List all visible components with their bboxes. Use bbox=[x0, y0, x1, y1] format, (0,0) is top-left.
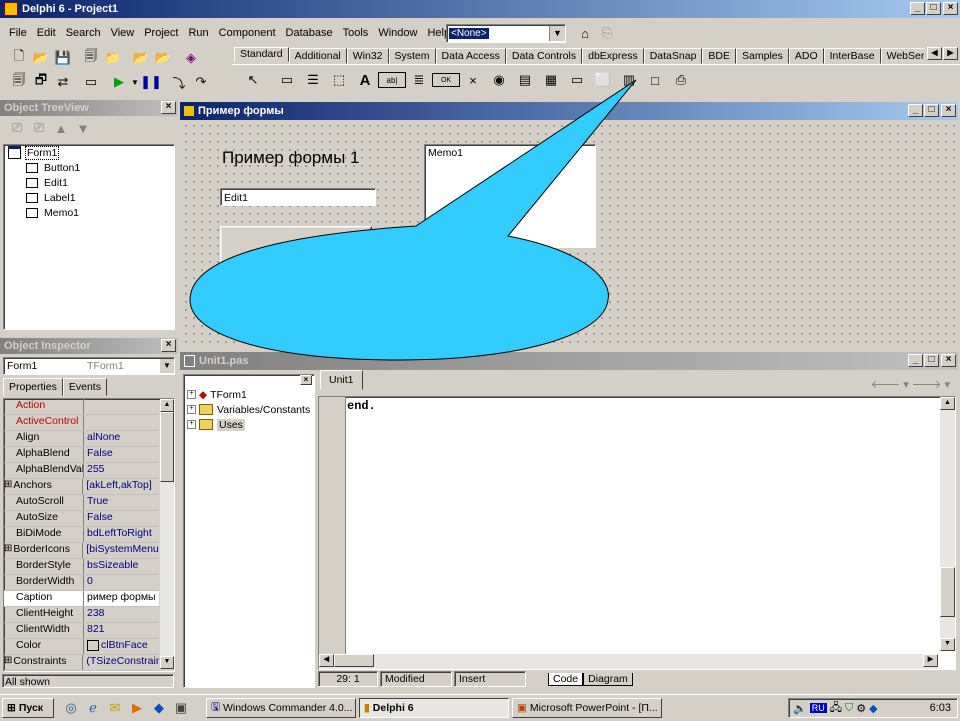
task-windows-commander[interactable]: 🖫 Windows Commander 4.0... bbox=[206, 698, 356, 718]
windows-logo-icon: ⊞ bbox=[7, 702, 16, 714]
messenger-icon[interactable]: ◆ bbox=[150, 697, 168, 719]
clock: 6:03 bbox=[929, 702, 951, 714]
tray-app-icon[interactable]: ⚙ bbox=[856, 702, 866, 715]
start-button[interactable]: ⊞ Пуск bbox=[2, 698, 54, 718]
network-icon[interactable]: 🖧 bbox=[830, 699, 842, 718]
speaker-icon[interactable]: 🔈 bbox=[793, 702, 807, 715]
delphi-app-icon: ▮ bbox=[364, 702, 370, 714]
ie-icon[interactable]: ℯ bbox=[84, 697, 102, 719]
callout-overlay bbox=[189, 79, 637, 361]
task-delphi[interactable]: ▮ Delphi 6 bbox=[359, 698, 509, 718]
desktop-icon[interactable]: ◎ bbox=[62, 697, 80, 719]
disk-icon: 🖫 bbox=[211, 701, 220, 713]
language-indicator[interactable]: RU bbox=[809, 703, 827, 713]
powerpoint-icon: ▣ bbox=[517, 702, 527, 714]
taskbar: ⊞ Пуск ◎ ℯ ✉ ▶ ◆ ▣ 🖫 Windows Commander 4… bbox=[0, 694, 960, 721]
show-desktop-icon[interactable]: ▣ bbox=[172, 697, 190, 719]
antivirus-icon[interactable]: ⛉ bbox=[845, 702, 853, 715]
system-tray: 🔈 RU 🖧 ⛉ ⚙ ◆ 6:03 bbox=[788, 698, 958, 718]
messenger-tray-icon[interactable]: ◆ bbox=[869, 702, 877, 715]
task-powerpoint[interactable]: ▣ Microsoft PowerPoint - [П... bbox=[512, 698, 662, 718]
speech-bubble-callout bbox=[189, 79, 637, 361]
quick-launch: ◎ ℯ ✉ ▶ ◆ ▣ bbox=[62, 697, 190, 719]
media-icon[interactable]: ▶ bbox=[128, 697, 146, 719]
outlook-icon[interactable]: ✉ bbox=[106, 697, 124, 719]
